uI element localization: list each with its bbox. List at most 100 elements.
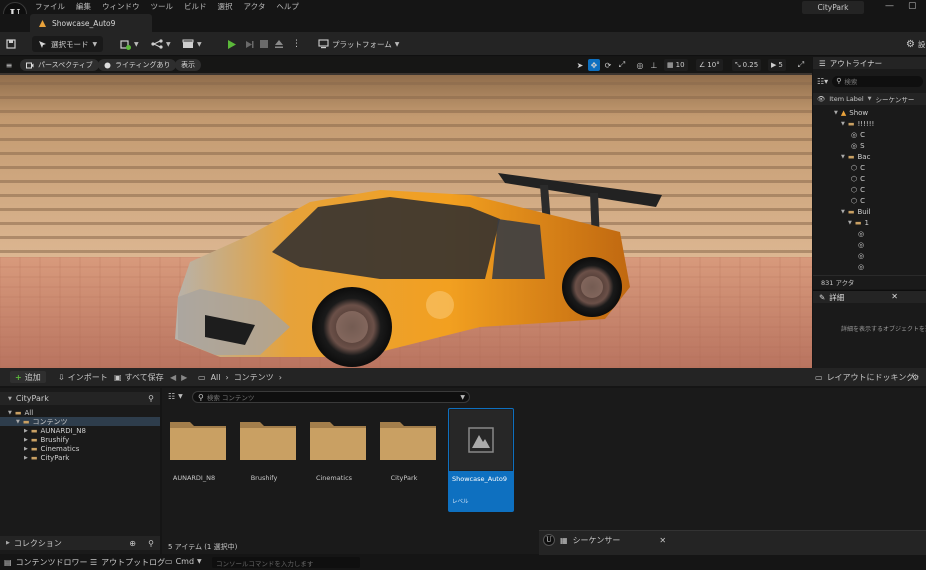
outliner-row[interactable]: ▼ ▲ Show (834, 107, 868, 118)
outliner-search-input[interactable]: ⚲ 検索 (832, 75, 923, 87)
dock-in-layout-button[interactable]: ▭ レイアウトにドッキング (815, 371, 914, 383)
camera-speed-value[interactable]: ▶ 5 (768, 59, 786, 71)
filter-icon[interactable]: ☷▾ (817, 77, 828, 86)
outliner-row[interactable]: ⬡ C (848, 184, 865, 195)
menu-tools[interactable]: ツール (151, 1, 174, 12)
back-icon[interactable]: ◀ (170, 373, 176, 382)
outliner-row[interactable]: ◎ (855, 239, 867, 250)
outliner-row[interactable]: ▼ ▬ Buil (841, 206, 871, 217)
expand-arrow-icon[interactable]: ▼ (834, 110, 838, 116)
asset-level-showcase[interactable]: Showcase_Auto9 レベル (448, 408, 514, 512)
search-icon[interactable]: ⚲ (148, 394, 154, 403)
level-viewport[interactable] (0, 57, 812, 368)
outliner-row[interactable]: ◎ (855, 250, 867, 261)
surface-snap-icon[interactable]: ⊥ (648, 59, 660, 71)
search-icon[interactable]: ⚲ (148, 539, 154, 548)
eject-icon[interactable] (274, 37, 284, 51)
item-label-column[interactable]: Item Label (829, 95, 863, 103)
rotation-snap-value[interactable]: ∠ 10° (696, 59, 723, 71)
outliner-row[interactable]: ◎ (855, 228, 867, 239)
folder-tree-item[interactable]: ▼ ▬ コンテンツ (0, 417, 160, 426)
close-icon[interactable]: ✕ (659, 536, 666, 545)
asset-folder-citypark[interactable]: CityPark (372, 408, 436, 488)
menu-select[interactable]: 選択 (218, 1, 233, 12)
output-log-button[interactable]: ☰ アウトプットログ (90, 557, 165, 568)
folder-tree-item[interactable]: ▶ ▬ CityPark (0, 453, 160, 462)
outliner-row[interactable]: ▼ ▬ 1 (848, 217, 869, 228)
select-tool-icon[interactable]: ➤ (574, 59, 586, 71)
expand-arrow-icon[interactable]: ▶ (24, 446, 28, 452)
details-tab[interactable]: ✎ 詳細 ✕ (813, 291, 926, 303)
expand-arrow-icon[interactable]: ▶ (24, 455, 28, 461)
outliner-row[interactable]: ⬡ C (848, 162, 865, 173)
outliner-row[interactable]: ▼ ▬!!!!!! (841, 118, 874, 129)
settings-button[interactable]: ⚙ 設 (906, 37, 925, 51)
asset-folder-cinematics[interactable]: Cinematics (302, 408, 366, 488)
visibility-icon[interactable]: 👁 (817, 95, 825, 103)
hamburger-menu-icon[interactable]: ≡ (3, 59, 15, 71)
sequencer-column[interactable]: シーケンサー (876, 94, 915, 104)
expand-arrow-icon[interactable]: ▼ (16, 419, 20, 425)
outliner-row[interactable]: ◎ C (848, 129, 865, 140)
outliner-row[interactable]: ▼ ▬ Bac (841, 151, 870, 162)
outliner-tab[interactable]: ☰ アウトライナー (813, 57, 926, 69)
maximize-icon[interactable]: ▢ (908, 1, 917, 11)
perspective-button[interactable]: パースペクティブ (20, 59, 99, 71)
add-button[interactable]: + 追加 (10, 371, 46, 383)
grid-snap-value[interactable]: ▦ 10 (664, 59, 688, 71)
stop-icon[interactable] (259, 37, 269, 51)
asset-folder-aunardi[interactable]: AUNARDI_N8 (162, 408, 226, 488)
folder-tree-item[interactable]: ▶ ▬ Cinematics (0, 444, 160, 453)
platform-dropdown[interactable]: プラットフォーム ▼ (318, 37, 399, 51)
step-icon[interactable] (244, 37, 255, 51)
menu-help[interactable]: ヘルプ (276, 1, 299, 12)
play-icon[interactable] (226, 37, 237, 51)
filter-button[interactable]: ☷ ▼ (168, 392, 183, 401)
outliner-row[interactable]: ◎ S (848, 140, 865, 151)
expand-arrow-icon[interactable]: ▶ (24, 437, 28, 443)
lighting-button[interactable]: ライティングあり (98, 59, 177, 71)
outliner-row[interactable]: ◎ (855, 261, 867, 271)
menu-window[interactable]: ウィンドウ (102, 1, 140, 12)
expand-arrow-icon[interactable]: ▼ (8, 410, 12, 416)
forward-icon[interactable]: ▶ (181, 373, 187, 382)
save-all-button[interactable]: ▣ すべて保存 (114, 371, 164, 383)
maximize-viewport-icon[interactable]: ⤢ (795, 59, 807, 71)
menu-build[interactable]: ビルド (184, 1, 207, 12)
rotate-tool-icon[interactable]: ⟳ (602, 59, 614, 71)
scale-snap-value[interactable]: ⤡ 0.25 (732, 59, 762, 71)
expand-arrow-icon[interactable]: ▼ (841, 154, 845, 160)
expand-arrow-icon[interactable]: ▼ (841, 209, 845, 215)
sources-header[interactable]: ▼ CityPark ⚲ (0, 392, 160, 405)
close-icon[interactable]: ✕ (891, 292, 898, 301)
content-drawer-button[interactable]: ▤ コンテンツドロワー (4, 557, 88, 568)
more-options-icon[interactable]: ⋮ (292, 37, 301, 51)
folder-tree-item[interactable]: ▶ ▬ Brushify (0, 435, 160, 444)
menu-edit[interactable]: 編集 (76, 1, 91, 12)
level-tab[interactable]: Showcase_Auto9 (30, 14, 152, 32)
breadcrumb-content[interactable]: コンテンツ (234, 372, 274, 383)
move-tool-icon[interactable]: ✥ (588, 59, 600, 71)
cmd-dropdown[interactable]: ▭ Cmd ▼ (165, 557, 202, 566)
world-local-icon[interactable]: ◎ (634, 59, 646, 71)
folder-tree-item[interactable]: ▼ ▬ All (0, 408, 160, 417)
expand-arrow-icon[interactable]: ▶ (24, 428, 28, 434)
import-button[interactable]: ⇩ インポート (58, 371, 108, 383)
content-search-input[interactable]: ⚲ 検索 コンテンツ ▼ (192, 391, 470, 403)
scale-tool-icon[interactable]: ⤢ (616, 59, 628, 71)
blueprint-icon[interactable]: ▼ (151, 37, 171, 51)
select-mode-dropdown[interactable]: 選択モード ▼ (32, 36, 104, 52)
minimize-icon[interactable]: — (885, 1, 894, 11)
expand-arrow-icon[interactable]: ▼ (848, 220, 852, 226)
add-collection-icon[interactable]: ⊕ (129, 539, 136, 548)
console-input[interactable]: コンソールコマンドを入力します (212, 557, 360, 568)
save-icon[interactable] (6, 37, 16, 51)
outliner-row[interactable]: ⬡ C (848, 195, 865, 206)
menu-actor[interactable]: アクタ (244, 1, 266, 12)
asset-folder-brushify[interactable]: Brushify (232, 408, 296, 488)
breadcrumb-all[interactable]: All (211, 373, 221, 382)
outliner-row[interactable]: ⬡ C (848, 173, 865, 184)
add-content-icon[interactable]: ▼ (120, 37, 139, 51)
menu-file[interactable]: ファイル (35, 1, 65, 12)
folder-tree-item[interactable]: ▶ ▬ AUNARDI_N8 (0, 426, 160, 435)
